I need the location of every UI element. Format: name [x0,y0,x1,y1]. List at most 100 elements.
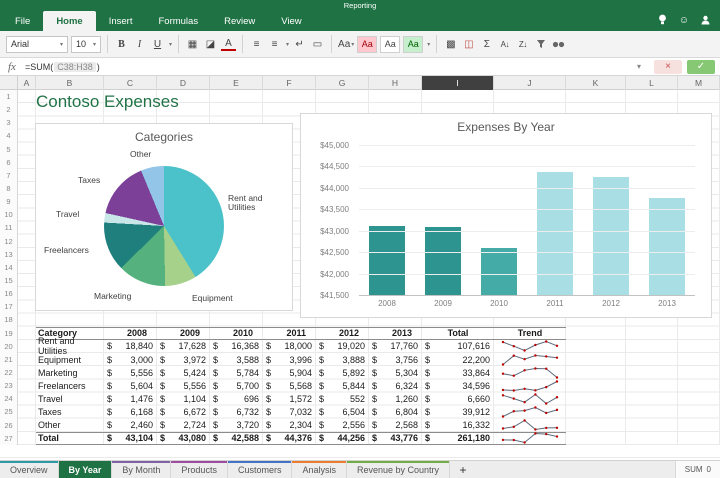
value-cell[interactable]: $6,804 [369,406,422,419]
value-cell[interactable]: $43,080 [157,433,210,444]
ribbon-tab-file[interactable]: File [2,11,43,31]
underline-button[interactable]: U [150,35,165,53]
value-cell[interactable]: $17,628 [157,340,210,353]
column-header-I[interactable]: I [422,76,494,90]
value-cell[interactable]: $43,104 [104,433,157,444]
value-cell[interactable]: $42,588 [210,433,263,444]
value-cell[interactable]: $6,672 [157,406,210,419]
value-cell[interactable]: $1,476 [104,392,157,405]
row-header-4[interactable]: 4 [0,129,17,142]
value-cell[interactable]: $2,304 [263,419,316,432]
table-header-total[interactable]: Total [422,328,494,339]
value-cell[interactable]: $3,756 [369,353,422,366]
font-color-icon[interactable]: A [221,37,236,51]
underline-caret-icon[interactable]: ▾ [169,41,172,48]
row-header-22[interactable]: 22 [0,366,17,379]
column-header-H[interactable]: H [369,76,422,90]
total-cell[interactable]: $6,660 [422,392,494,405]
column-header-L[interactable]: L [626,76,678,90]
total-cell[interactable]: $16,332 [422,419,494,432]
total-cell[interactable]: $261,180 [422,433,494,444]
sheet-tab-overview[interactable]: Overview [0,461,59,478]
category-cell[interactable]: Equipment [36,353,104,366]
clear-format-icon[interactable]: ◫ [461,35,476,53]
column-header-G[interactable]: G [316,76,369,90]
sheet-tab-by-year[interactable]: By Year [59,461,113,478]
value-cell[interactable]: $44,256 [316,433,369,444]
value-cell[interactable]: $19,020 [316,340,369,353]
row-header-8[interactable]: 8 [0,182,17,195]
value-cell[interactable]: $17,760 [369,340,422,353]
value-cell[interactable]: $2,568 [369,419,422,432]
category-cell[interactable]: Freelancers [36,379,104,392]
value-cell[interactable]: $3,888 [316,353,369,366]
filter-icon[interactable] [533,35,548,53]
row-header-19[interactable]: 19 [0,327,17,340]
value-cell[interactable]: $5,304 [369,366,422,379]
select-all-corner[interactable] [0,76,18,90]
table-header-2010[interactable]: 2010 [210,328,263,339]
pie-chart-panel[interactable]: Categories Rent and UtilitiesEquipmentMa… [35,123,293,311]
column-header-A[interactable]: A [18,76,36,90]
style-normal-chip[interactable]: Aa [380,36,400,53]
sheet-tab-analysis[interactable]: Analysis [292,461,347,478]
style-bad-chip[interactable]: Aa [357,36,377,53]
value-cell[interactable]: $5,556 [104,366,157,379]
category-cell[interactable]: Marketing [36,366,104,379]
value-cell[interactable]: $1,572 [263,392,316,405]
value-cell[interactable]: $18,840 [104,340,157,353]
total-cell[interactable]: $22,200 [422,353,494,366]
value-cell[interactable]: $1,104 [157,392,210,405]
row-header-17[interactable]: 17 [0,300,17,313]
row-header-9[interactable]: 9 [0,195,17,208]
row-header-6[interactable]: 6 [0,156,17,169]
italic-button[interactable]: I [132,35,147,53]
fill-color-icon[interactable]: ◪ [203,35,218,53]
row-header-10[interactable]: 10 [0,208,17,221]
number-format-icon[interactable]: ▩ [443,35,458,53]
value-cell[interactable]: $5,904 [263,366,316,379]
value-cell[interactable]: $5,604 [104,379,157,392]
value-cell[interactable]: $16,368 [210,340,263,353]
spreadsheet-grid[interactable]: 1234567891011121314151617181920212223242… [0,90,720,460]
row-header-1[interactable]: 1 [0,90,17,103]
borders-icon[interactable]: ▦ [185,35,200,53]
row-header-11[interactable]: 11 [0,221,17,234]
value-cell[interactable]: $1,260 [369,392,422,405]
value-cell[interactable]: $5,784 [210,366,263,379]
add-sheet-button[interactable]: + [450,461,476,478]
sheet-tab-products[interactable]: Products [171,461,228,478]
value-cell[interactable]: $5,700 [210,379,263,392]
cell-styles-button[interactable]: Aa ▾ [338,35,354,53]
value-cell[interactable]: $2,556 [316,419,369,432]
value-cell[interactable]: $5,556 [157,379,210,392]
styles-caret-icon[interactable]: ▾ [427,41,430,48]
sheet-tab-revenue-by-country[interactable]: Revenue by Country [347,461,450,478]
row-header-gutter[interactable]: 1234567891011121314151617181920212223242… [0,90,18,445]
total-cell[interactable]: $34,596 [422,379,494,392]
category-cell[interactable]: Rent and Utilities [36,340,104,353]
value-cell[interactable]: $5,424 [157,366,210,379]
value-cell[interactable]: $3,000 [104,353,157,366]
row-header-23[interactable]: 23 [0,379,17,392]
row-header-3[interactable]: 3 [0,116,17,129]
horizontal-align-icon[interactable]: ≡ [249,35,264,53]
wrap-text-icon[interactable]: ↵ [292,35,307,53]
row-header-15[interactable]: 15 [0,274,17,287]
merge-cells-icon[interactable]: ▭ [310,35,325,53]
column-header-E[interactable]: E [210,76,263,90]
value-cell[interactable]: $696 [210,392,263,405]
value-cell[interactable]: $44,376 [263,433,316,444]
column-header-M[interactable]: M [678,76,720,90]
value-cell[interactable]: $6,324 [369,379,422,392]
row-header-24[interactable]: 24 [0,392,17,405]
category-cell[interactable]: Taxes [36,406,104,419]
row-header-21[interactable]: 21 [0,353,17,366]
font-size-select[interactable]: 10 ▾ [71,36,101,53]
bold-button[interactable]: B [114,35,129,53]
row-header-16[interactable]: 16 [0,287,17,300]
value-cell[interactable]: $43,776 [369,433,422,444]
value-cell[interactable]: $5,892 [316,366,369,379]
sort-ascending-icon[interactable]: A↓ [497,35,512,53]
value-cell[interactable]: $6,168 [104,406,157,419]
